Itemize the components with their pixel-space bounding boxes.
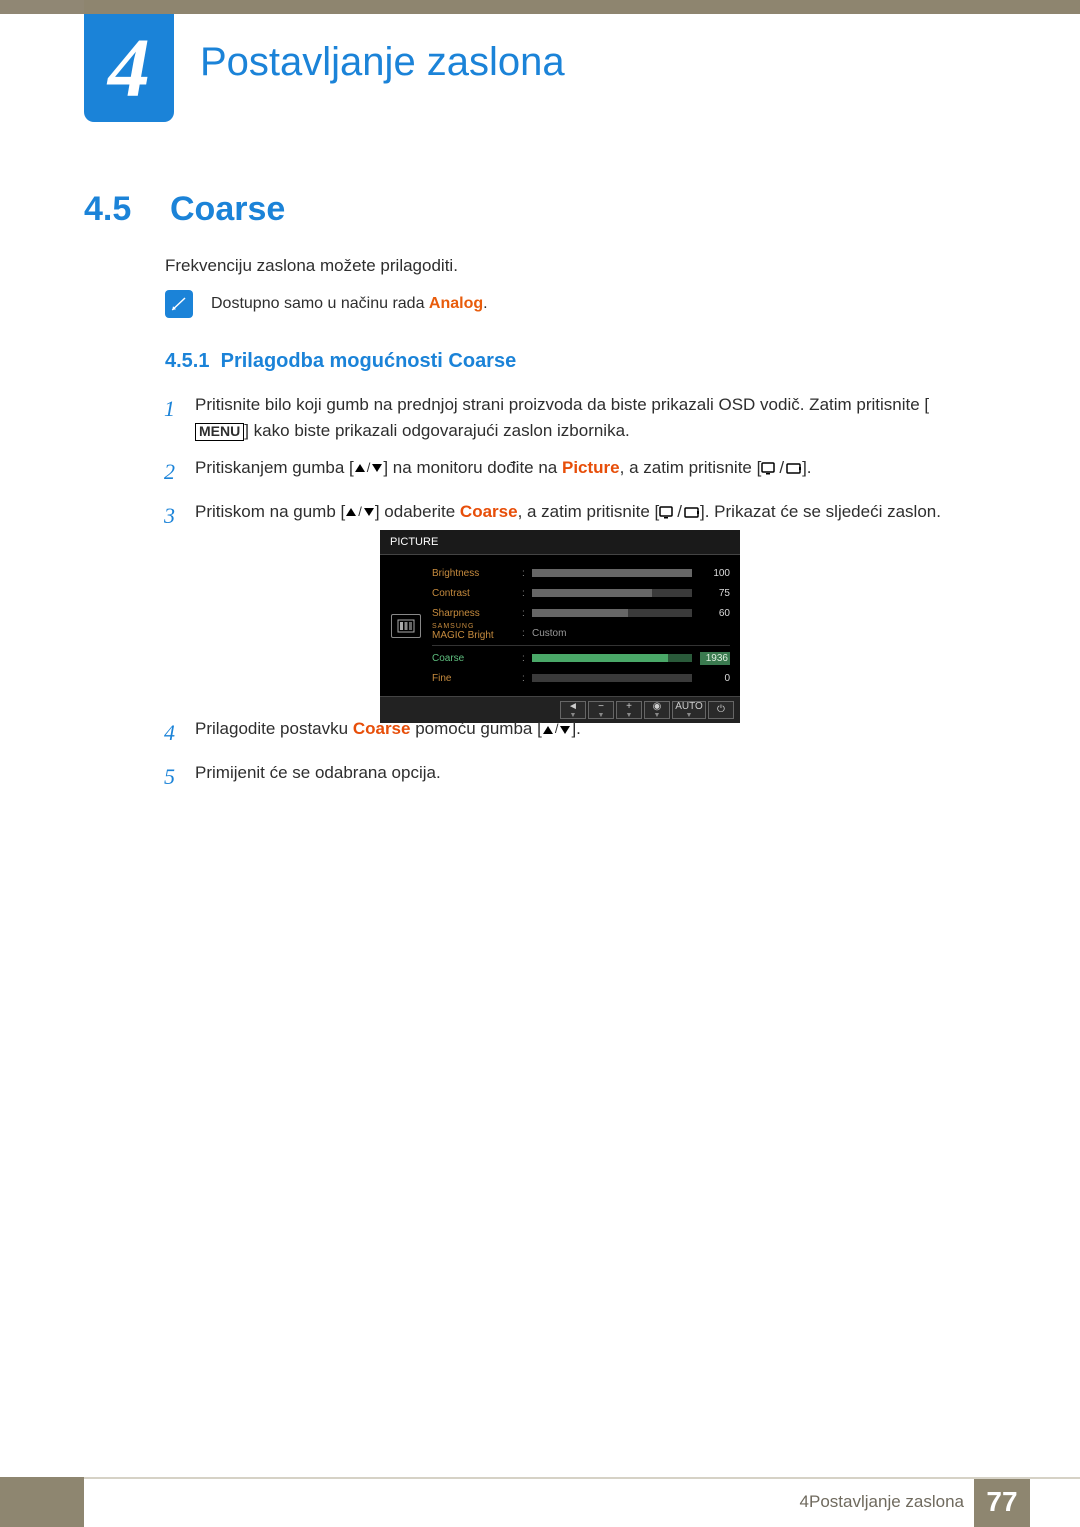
- picture-category-icon: [391, 614, 421, 638]
- top-bar-left: [0, 0, 84, 14]
- subsection-number: 4.5.1: [165, 350, 209, 372]
- osd-label-coarse: Coarse: [432, 653, 522, 664]
- subsection-heading: 4.5.1 Prilagodba mogućnosti Coarse: [165, 350, 516, 373]
- osd-slider-coarse: [532, 654, 692, 662]
- step-4-a: Prilagodite postavku: [195, 719, 353, 738]
- step-2-a: Pritiskanjem gumba [: [195, 458, 354, 477]
- note-analog: Analog: [429, 295, 483, 312]
- osd-label-sharpness: Sharpness: [432, 608, 522, 619]
- osd-row-magicbright: SAMSUNG MAGIC Bright : Custom: [432, 623, 730, 643]
- step-2-num: 2: [155, 455, 175, 489]
- section-number: 4.5: [84, 190, 131, 229]
- step-3-d: ]. Prikazat će se sljedeći zaslon.: [700, 502, 941, 521]
- osd-slider-fine: [532, 674, 692, 682]
- osd-icon-column: [380, 555, 432, 696]
- footer-page-number: 77: [974, 1477, 1030, 1527]
- top-bar: [0, 0, 1080, 14]
- chapter-badge: 4: [84, 14, 174, 122]
- steps-upper: 1 Pritisnite bilo koji gumb na prednjoj …: [155, 392, 960, 543]
- source-icons-icon: /: [659, 499, 700, 525]
- step-4: 4 Prilagodite postavku Coarse pomoću gum…: [155, 716, 960, 750]
- up-down-arrows-icon: /: [542, 719, 572, 739]
- osd-slider-contrast: [532, 589, 692, 597]
- step-5-body: Primijenit će se odabrana opcija.: [195, 760, 960, 786]
- osd-value-contrast: 75: [700, 588, 730, 599]
- step-4-coarse: Coarse: [353, 719, 411, 738]
- osd-row-coarse: Coarse : 1936: [432, 648, 730, 668]
- osd-row-contrast: Contrast : 75: [432, 583, 730, 603]
- step-1-num: 1: [155, 392, 175, 426]
- osd-title: PICTURE: [380, 530, 740, 555]
- note-text: Dostupno samo u načinu rada Analog.: [211, 295, 488, 313]
- osd-value-coarse: 1936: [700, 652, 730, 665]
- step-3-c: , a zatim pritisnite [: [518, 502, 660, 521]
- osd-row-brightness: Brightness : 100: [432, 563, 730, 583]
- note-post: .: [483, 295, 487, 312]
- chapter-number: 4: [108, 20, 150, 117]
- note: Dostupno samo u načinu rada Analog.: [165, 290, 488, 318]
- osd-value-sharpness: 60: [700, 608, 730, 619]
- osd-label-magicbright: SAMSUNG MAGIC Bright: [432, 625, 522, 641]
- top-bar-right: [84, 0, 1080, 14]
- step-4-c: ].: [571, 719, 580, 738]
- step-3-coarse: Coarse: [460, 502, 518, 521]
- osd-value-brightness: 100: [700, 568, 730, 579]
- step-4-body: Prilagodite postavku Coarse pomoću gumba…: [195, 716, 960, 742]
- step-4-b: pomoću gumba [: [410, 719, 541, 738]
- osd-value-fine: 0: [700, 673, 730, 684]
- step-3-num: 3: [155, 499, 175, 533]
- footer-tail: [1030, 1477, 1080, 1527]
- footer-text: 4 Postavljanje zaslona: [84, 1477, 974, 1527]
- osd-body: Brightness : 100 Contrast : 75 Sharpness…: [380, 555, 740, 696]
- step-4-num: 4: [155, 716, 175, 750]
- chapter-title: Postavljanje zaslona: [200, 40, 565, 85]
- osd-slider-brightness: [532, 569, 692, 577]
- step-3: 3 Pritiskom na gumb [/] odaberite Coarse…: [155, 499, 960, 533]
- footer-left-accent: [0, 1477, 84, 1527]
- note-pre: Dostupno samo u načinu rada: [211, 295, 429, 312]
- step-2-d: ].: [802, 458, 811, 477]
- step-3-b: ] odaberite: [375, 502, 460, 521]
- up-down-arrows-icon: /: [354, 458, 384, 478]
- osd-label-contrast: Contrast: [432, 588, 522, 599]
- source-icons-icon: /: [761, 455, 802, 481]
- osd-menu: PICTURE Brightness : 100 Contrast : 75 S…: [380, 530, 740, 723]
- step-2-body: Pritiskanjem gumba [/] na monitoru dođit…: [195, 455, 960, 482]
- section-title: Coarse: [170, 190, 285, 229]
- osd-label-fine: Fine: [432, 673, 522, 684]
- step-1: 1 Pritisnite bilo koji gumb na prednjoj …: [155, 392, 960, 445]
- step-2-picture: Picture: [562, 458, 620, 477]
- step-1-body: Pritisnite bilo koji gumb na prednjoj st…: [195, 392, 960, 445]
- footer: 4 Postavljanje zaslona 77: [0, 1477, 1080, 1527]
- step-5: 5 Primijenit će se odabrana opcija.: [155, 760, 960, 794]
- osd-slider-sharpness: [532, 609, 692, 617]
- step-3-body: Pritiskom na gumb [/] odaberite Coarse, …: [195, 499, 960, 526]
- step-1-b: ] kako biste prikazali odgovarajući zasl…: [244, 421, 630, 440]
- osd-row-fine: Fine : 0: [432, 668, 730, 688]
- step-5-num: 5: [155, 760, 175, 794]
- footer-divider: [84, 1477, 1080, 1479]
- up-down-arrows-icon: /: [345, 502, 375, 522]
- osd-value-magicbright: Custom: [532, 628, 700, 639]
- step-3-a: Pritiskom na gumb [: [195, 502, 345, 521]
- steps-lower: 4 Prilagodite postavku Coarse pomoću gum…: [155, 716, 960, 804]
- note-icon: [165, 290, 193, 318]
- step-2-c: , a zatim pritisnite [: [620, 458, 762, 477]
- step-1-a: Pritisnite bilo koji gumb na prednjoj st…: [195, 395, 929, 414]
- osd-row-sharpness: Sharpness : 60: [432, 603, 730, 623]
- intro-text: Frekvenciju zaslona možete prilagoditi.: [165, 256, 458, 276]
- osd-list: Brightness : 100 Contrast : 75 Sharpness…: [432, 555, 740, 696]
- osd-divider: [432, 645, 730, 646]
- osd-label-brightness: Brightness: [432, 568, 522, 579]
- subsection-title: Prilagodba mogućnosti Coarse: [221, 350, 517, 372]
- step-2-b: ] na monitoru dođite na: [383, 458, 562, 477]
- step-2: 2 Pritiskanjem gumba [/] na monitoru dođ…: [155, 455, 960, 489]
- menu-label-icon: MENU: [195, 423, 244, 441]
